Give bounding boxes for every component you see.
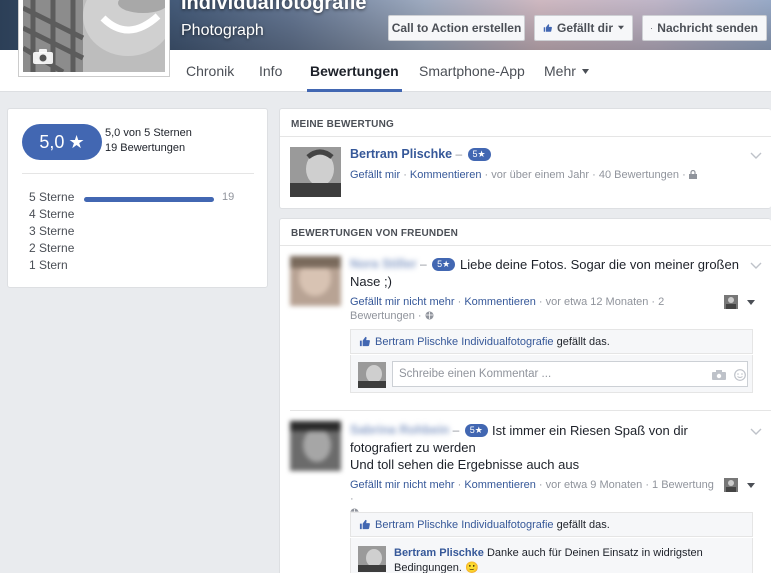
thumbs-up-icon — [359, 336, 370, 347]
tab-mehr-label: Mehr — [544, 63, 576, 79]
avatar[interactable] — [290, 147, 341, 197]
review-text-line2: Und toll sehen die Ergebnisse auch aus — [350, 457, 580, 472]
rating-badge: 5★ — [467, 148, 491, 161]
reply-comment: Bertram Plischke Danke auch für Deinen E… — [394, 546, 714, 573]
star-bar-5-fill — [84, 197, 214, 202]
message-label: Nachricht senden — [657, 21, 758, 35]
comment-thread: Bertram Plischke Danke auch für Deinen E… — [350, 538, 753, 573]
reviewer-name[interactable]: Bertram Plischke — [350, 147, 452, 161]
dash: – — [455, 147, 463, 161]
comment-link[interactable]: Kommentieren — [410, 169, 482, 181]
divider — [290, 410, 771, 411]
friend-reviews-card: BEWERTUNGEN VON FREUNDEN Nora Stiller – … — [279, 218, 771, 573]
divider — [280, 245, 771, 246]
comment-link[interactable]: Kommentieren — [464, 296, 536, 308]
camera-icon[interactable] — [712, 370, 726, 380]
chevron-down-icon[interactable] — [750, 259, 762, 271]
page-category[interactable]: Photograph — [181, 22, 264, 40]
divider — [280, 136, 771, 137]
liked-suffix: gefällt das. — [556, 336, 610, 348]
audience-selector[interactable] — [724, 295, 756, 313]
star-row-2[interactable]: 2 Sterne — [29, 241, 74, 255]
reply-author[interactable]: Bertram Plischke — [394, 547, 484, 559]
my-review-card: MEINE BEWERTUNG Bertram Plischke – 5★ Ge… — [279, 108, 771, 209]
people-icon — [724, 478, 738, 492]
star-bar-5[interactable] — [84, 197, 214, 202]
review-meta: Gefällt mir nicht mehr · Kommentieren · … — [350, 296, 665, 322]
comment-input[interactable]: Schreibe einen Kommentar ... — [392, 361, 748, 387]
review-text: Liebe deine Fotos. Sogar die von meiner … — [350, 257, 739, 289]
star-row-4[interactable]: 4 Sterne — [29, 207, 74, 221]
chevron-down-icon[interactable] — [750, 149, 762, 161]
tab-info[interactable]: Info — [259, 50, 282, 91]
star-row-5[interactable]: 5 Sterne — [29, 190, 74, 204]
cta-button[interactable]: Call to Action erstellen — [388, 15, 525, 41]
thumbs-up-icon — [543, 24, 552, 32]
caret-down-icon — [747, 300, 756, 305]
people-icon — [724, 295, 738, 309]
liked-label: Gefällt dir — [556, 21, 613, 35]
tab-chronik[interactable]: Chronik — [186, 50, 234, 91]
star-row-3[interactable]: 3 Sterne — [29, 224, 74, 238]
comment-link[interactable]: Kommentieren — [464, 479, 536, 491]
review-header: Bertram Plischke – 5★ — [350, 147, 491, 161]
liked-by-link[interactable]: Bertram Plischke Individualfotografie — [375, 336, 554, 348]
profile-picture[interactable] — [19, 0, 169, 76]
emoji-icon: 🙂 — [464, 562, 479, 573]
avatar[interactable] — [358, 546, 386, 572]
rating-count[interactable]: 19 Bewertungen — [105, 142, 185, 154]
review-time[interactable]: vor über einem Jahr — [491, 169, 589, 181]
comment-composer: Schreibe einen Kommentar ... — [350, 355, 753, 393]
unlike-link[interactable]: Gefällt mir nicht mehr — [350, 296, 455, 308]
like-summary: Bertram Plischke Individualfotografie ge… — [350, 512, 753, 537]
rating-score: 5,0 — [39, 131, 65, 152]
globe-icon — [425, 311, 434, 320]
chevron-down-icon[interactable] — [750, 425, 762, 437]
review-meta: Gefällt mir · Kommentieren · vor über ei… — [350, 168, 697, 182]
lock-icon — [688, 169, 697, 179]
star-row-1[interactable]: 1 Stern — [29, 258, 68, 272]
avatar[interactable] — [290, 421, 341, 471]
rating-score-pill: 5,0 ★ — [22, 124, 102, 160]
liked-suffix: gefällt das. — [556, 519, 610, 531]
review-count[interactable]: 40 Bewertungen — [599, 169, 679, 181]
review-text: Ist immer ein Riesen Spaß von dir fotogr… — [350, 423, 688, 455]
review-time[interactable]: vor etwa 9 Monaten — [546, 479, 643, 491]
divider — [22, 173, 254, 174]
liked-by-link[interactable]: Bertram Plischke Individualfotografie — [375, 519, 554, 531]
unlike-link[interactable]: Gefällt mir nicht mehr — [350, 479, 455, 491]
like-link[interactable]: Gefällt mir — [350, 169, 400, 181]
star-icon: ★ — [68, 131, 85, 152]
rating-summary-card: 5,0 ★ 5,0 von 5 Sternen 19 Bewertungen 5… — [7, 108, 268, 288]
emoji-icon[interactable] — [734, 369, 746, 381]
audience-selector[interactable] — [724, 478, 756, 496]
avatar[interactable] — [290, 256, 341, 306]
camera-icon[interactable] — [33, 49, 53, 64]
rating-of-stars: 5,0 von 5 Sternen — [105, 127, 192, 139]
like-summary: Bertram Plischke Individualfotografie ge… — [350, 329, 753, 354]
message-icon — [651, 27, 653, 29]
review-time[interactable]: vor etwa 12 Monaten — [546, 296, 649, 308]
thumbs-up-icon — [359, 519, 370, 530]
tab-mehr[interactable]: Mehr — [544, 50, 589, 91]
tab-bewertungen[interactable]: Bewertungen — [307, 50, 402, 92]
star-count-5: 19 — [222, 191, 235, 203]
section-title-friend-reviews: BEWERTUNGEN VON FREUNDEN — [291, 228, 459, 239]
caret-down-icon — [747, 483, 756, 488]
tab-smartphone-app[interactable]: Smartphone-App — [419, 50, 525, 91]
review-likes[interactable]: 1 Bewertung — [652, 479, 714, 491]
caret-down-icon — [618, 25, 624, 30]
caret-down-icon — [581, 69, 589, 74]
message-button[interactable]: Nachricht senden — [642, 15, 767, 41]
page-name[interactable]: Individualfotografie — [181, 0, 367, 15]
section-title-my-review: MEINE BEWERTUNG — [291, 119, 394, 130]
avatar — [358, 362, 386, 388]
liked-button[interactable]: Gefällt dir — [534, 15, 633, 41]
